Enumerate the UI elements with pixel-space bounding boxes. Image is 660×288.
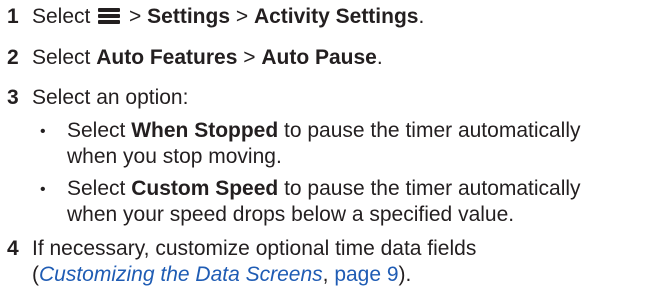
menu-item-auto-features: Auto Features <box>96 46 238 69</box>
bullet-line-2: when you stop moving. <box>67 145 282 168</box>
step-number: 3 <box>7 86 19 109</box>
menu-item-activity-settings: Activity Settings <box>253 5 419 28</box>
step-number: 4 <box>7 237 19 260</box>
bullet-line-2: when your speed drops below a specified … <box>67 203 515 226</box>
separator: > <box>123 5 148 28</box>
step-text-line-1: If necessary, customize optional time da… <box>32 237 477 260</box>
step-text-line-2: (Customizing the Data Screens, page 9). <box>32 263 412 286</box>
option-label: When Stopped <box>131 119 279 142</box>
bullet-line-1: Select When Stopped to pause the timer a… <box>67 119 581 142</box>
cross-reference-link[interactable]: Customizing the Data Screens <box>39 263 323 286</box>
separator: > <box>230 5 254 28</box>
menu-icon <box>98 8 121 24</box>
step-number: 2 <box>7 46 19 69</box>
step-text: Select an option: <box>32 86 189 109</box>
bullet-line-1: Select Custom Speed to pause the timer a… <box>67 177 581 200</box>
step-prefix: Select <box>32 46 97 69</box>
step-prefix: Select <box>32 5 91 28</box>
step-text: Select Auto Features > Auto Pause. <box>32 46 383 69</box>
separator: > <box>237 46 262 69</box>
bullet-icon: • <box>40 181 46 198</box>
page-reference-link[interactable]: page 9 <box>334 263 398 286</box>
option-label: Custom Speed <box>131 177 279 200</box>
step-number: 1 <box>7 5 19 28</box>
step-text: Select > Settings > Activity Settings. <box>32 5 425 28</box>
menu-item-auto-pause: Auto Pause <box>261 46 377 69</box>
bullet-icon: • <box>40 123 46 140</box>
menu-item-settings: Settings <box>147 5 230 28</box>
